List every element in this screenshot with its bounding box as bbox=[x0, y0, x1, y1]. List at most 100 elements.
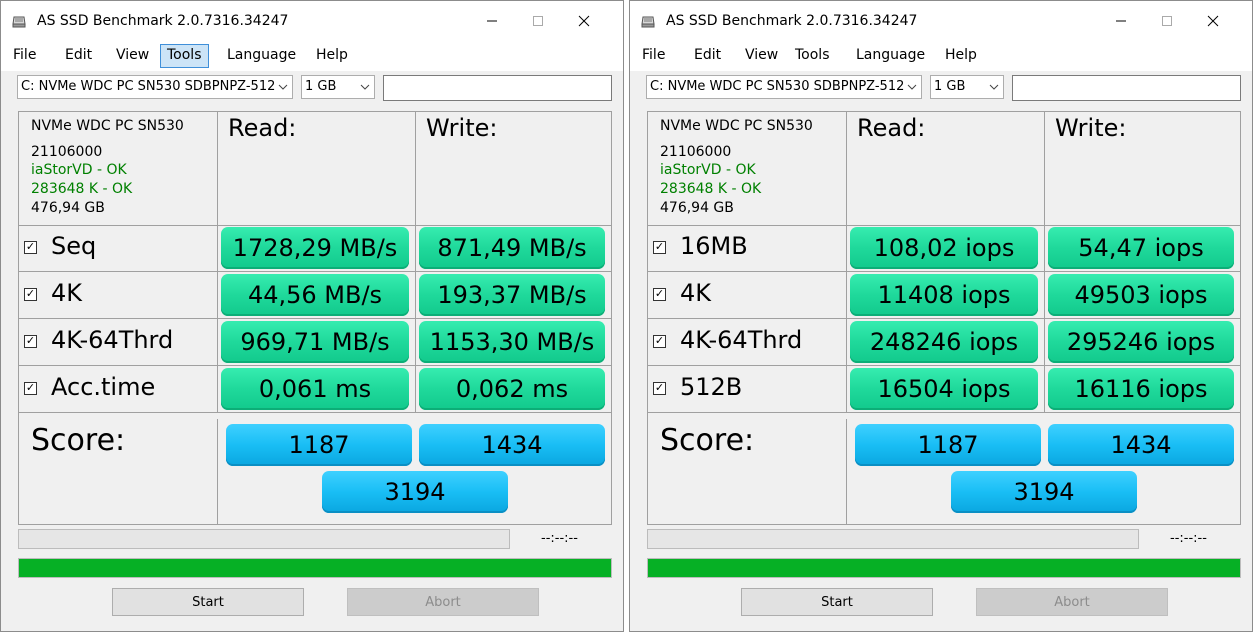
drive-firmware: 21106000 bbox=[31, 144, 103, 160]
elapsed-time: --:--:-- bbox=[1170, 531, 1207, 546]
score-label-cell: Score: bbox=[19, 419, 218, 525]
abort-button[interactable]: Abort bbox=[976, 588, 1168, 616]
menu-item-view[interactable]: View bbox=[739, 44, 784, 66]
test-row-label-cell: ✓ 4K-64Thrd bbox=[648, 319, 847, 366]
test-checkbox[interactable]: ✓ bbox=[24, 382, 37, 395]
test-name: 512B bbox=[680, 373, 743, 401]
score-label: Score: bbox=[660, 423, 755, 458]
write-header: Write: bbox=[1055, 114, 1127, 142]
title-bar[interactable]: AS SSD Benchmark 2.0.7316.34247 bbox=[630, 1, 1252, 41]
size-select[interactable]: 1 GB bbox=[301, 75, 375, 99]
minimize-button[interactable] bbox=[1098, 1, 1144, 41]
drive-select[interactable]: C: NVMe WDC PC SN530 SDBPNPZ-512 bbox=[646, 75, 922, 99]
overall-progress-fill bbox=[648, 559, 1240, 577]
write-result-cell: 295246 iops bbox=[1045, 319, 1241, 366]
size-select-value: 1 GB bbox=[305, 79, 337, 94]
maximize-button[interactable] bbox=[515, 1, 561, 41]
menu-bar: File Edit View Tools Language Help bbox=[630, 41, 1252, 71]
write-result-cell: 49503 iops bbox=[1045, 272, 1241, 319]
score-label-cell: Score: bbox=[648, 419, 847, 525]
drive-capacity: 476,94 GB bbox=[31, 200, 105, 216]
drive-model: NVMe WDC PC SN530 bbox=[31, 118, 184, 134]
benchmark-window-left: AS SSD Benchmark 2.0.7316.34247 File Edit V… bbox=[0, 0, 624, 632]
read-header-cell: Read: bbox=[218, 112, 416, 226]
start-button[interactable]: Start bbox=[112, 588, 304, 616]
menu-item-view[interactable]: View bbox=[110, 44, 155, 66]
test-name: 4K-64Thrd bbox=[680, 326, 803, 354]
test-checkbox[interactable]: ✓ bbox=[653, 382, 666, 395]
start-button[interactable]: Start bbox=[741, 588, 933, 616]
test-name: 16MB bbox=[680, 232, 748, 260]
write-result-value: 16116 iops bbox=[1048, 368, 1234, 410]
minimize-icon bbox=[1116, 20, 1126, 22]
test-row-label-cell: ✓ Seq bbox=[19, 225, 218, 272]
close-icon bbox=[1207, 15, 1219, 27]
close-icon bbox=[578, 15, 590, 27]
menu-item-language[interactable]: Language bbox=[221, 44, 302, 66]
text-field[interactable] bbox=[1012, 75, 1241, 101]
test-progress-bar bbox=[647, 529, 1139, 549]
app-drive-icon bbox=[12, 16, 26, 28]
close-button[interactable] bbox=[561, 1, 607, 41]
read-result-value: 248246 iops bbox=[850, 321, 1038, 363]
test-checkbox[interactable]: ✓ bbox=[24, 241, 37, 254]
menu-item-edit[interactable]: Edit bbox=[688, 44, 727, 66]
title-bar[interactable]: AS SSD Benchmark 2.0.7316.34247 bbox=[1, 1, 623, 41]
menu-item-language[interactable]: Language bbox=[850, 44, 931, 66]
read-result-cell: 11408 iops bbox=[847, 272, 1045, 319]
drive-model: NVMe WDC PC SN530 bbox=[660, 118, 813, 134]
size-select-value: 1 GB bbox=[934, 79, 966, 94]
test-name: 4K bbox=[680, 279, 712, 307]
test-row-label-cell: ✓ 4K bbox=[19, 272, 218, 319]
score-values-cell: 1187 1434 3194 bbox=[218, 419, 612, 525]
write-result-value: 54,47 iops bbox=[1048, 227, 1234, 269]
overall-progress-fill bbox=[19, 559, 611, 577]
write-header-cell: Write: bbox=[1045, 112, 1241, 226]
test-checkbox[interactable]: ✓ bbox=[653, 335, 666, 348]
minimize-button[interactable] bbox=[469, 1, 515, 41]
text-field[interactable] bbox=[383, 75, 612, 101]
maximize-button[interactable] bbox=[1144, 1, 1190, 41]
test-checkbox[interactable]: ✓ bbox=[653, 288, 666, 301]
read-header: Read: bbox=[857, 114, 926, 142]
chevron-down-icon bbox=[278, 84, 288, 90]
read-result-cell: 0,061 ms bbox=[218, 366, 416, 413]
write-result-cell: 16116 iops bbox=[1045, 366, 1241, 413]
write-result-cell: 0,062 ms bbox=[416, 366, 612, 413]
menu-item-help[interactable]: Help bbox=[939, 44, 983, 66]
drive-select[interactable]: C: NVMe WDC PC SN530 SDBPNPZ-512 bbox=[17, 75, 293, 99]
abort-button[interactable]: Abort bbox=[347, 588, 539, 616]
menu-item-help[interactable]: Help bbox=[310, 44, 354, 66]
test-checkbox[interactable]: ✓ bbox=[24, 335, 37, 348]
size-select[interactable]: 1 GB bbox=[930, 75, 1004, 99]
menu-bar: File Edit View Tools Language Help bbox=[1, 41, 623, 71]
test-checkbox[interactable]: ✓ bbox=[653, 241, 666, 254]
menu-item-edit[interactable]: Edit bbox=[59, 44, 98, 66]
write-result-cell: 54,47 iops bbox=[1045, 225, 1241, 272]
test-row-label-cell: ✓ 16MB bbox=[648, 225, 847, 272]
test-checkbox[interactable]: ✓ bbox=[24, 288, 37, 301]
test-row-label-cell: ✓ 512B bbox=[648, 366, 847, 413]
chevron-down-icon bbox=[989, 84, 999, 90]
menu-item-tools[interactable]: Tools bbox=[160, 44, 209, 68]
maximize-icon bbox=[1162, 16, 1172, 26]
read-result-cell: 969,71 MB/s bbox=[218, 319, 416, 366]
menu-item-file[interactable]: File bbox=[7, 44, 42, 66]
drive-select-value: C: NVMe WDC PC SN530 SDBPNPZ-512 bbox=[650, 79, 905, 94]
drive-info-panel: NVMe WDC PC SN530 21106000 iaStorVD - OK 28… bbox=[19, 112, 218, 226]
write-result-cell: 871,49 MB/s bbox=[416, 225, 612, 272]
close-button[interactable] bbox=[1190, 1, 1236, 41]
results-grid: NVMe WDC PC SN530 21106000 iaStorVD - OK 28… bbox=[647, 111, 1241, 525]
score-read-value: 1187 bbox=[226, 424, 412, 466]
test-name: Acc.time bbox=[51, 373, 156, 401]
read-result-cell: 1728,29 MB/s bbox=[218, 225, 416, 272]
menu-item-tools[interactable]: Tools bbox=[789, 44, 836, 66]
minimize-icon bbox=[487, 20, 497, 22]
menu-item-file[interactable]: File bbox=[636, 44, 671, 66]
drive-firmware: 21106000 bbox=[660, 144, 732, 160]
read-result-value: 1728,29 MB/s bbox=[221, 227, 409, 269]
window-title: AS SSD Benchmark 2.0.7316.34247 bbox=[666, 13, 918, 29]
read-result-value: 969,71 MB/s bbox=[221, 321, 409, 363]
test-row-label-cell: ✓ 4K bbox=[648, 272, 847, 319]
read-result-cell: 248246 iops bbox=[847, 319, 1045, 366]
